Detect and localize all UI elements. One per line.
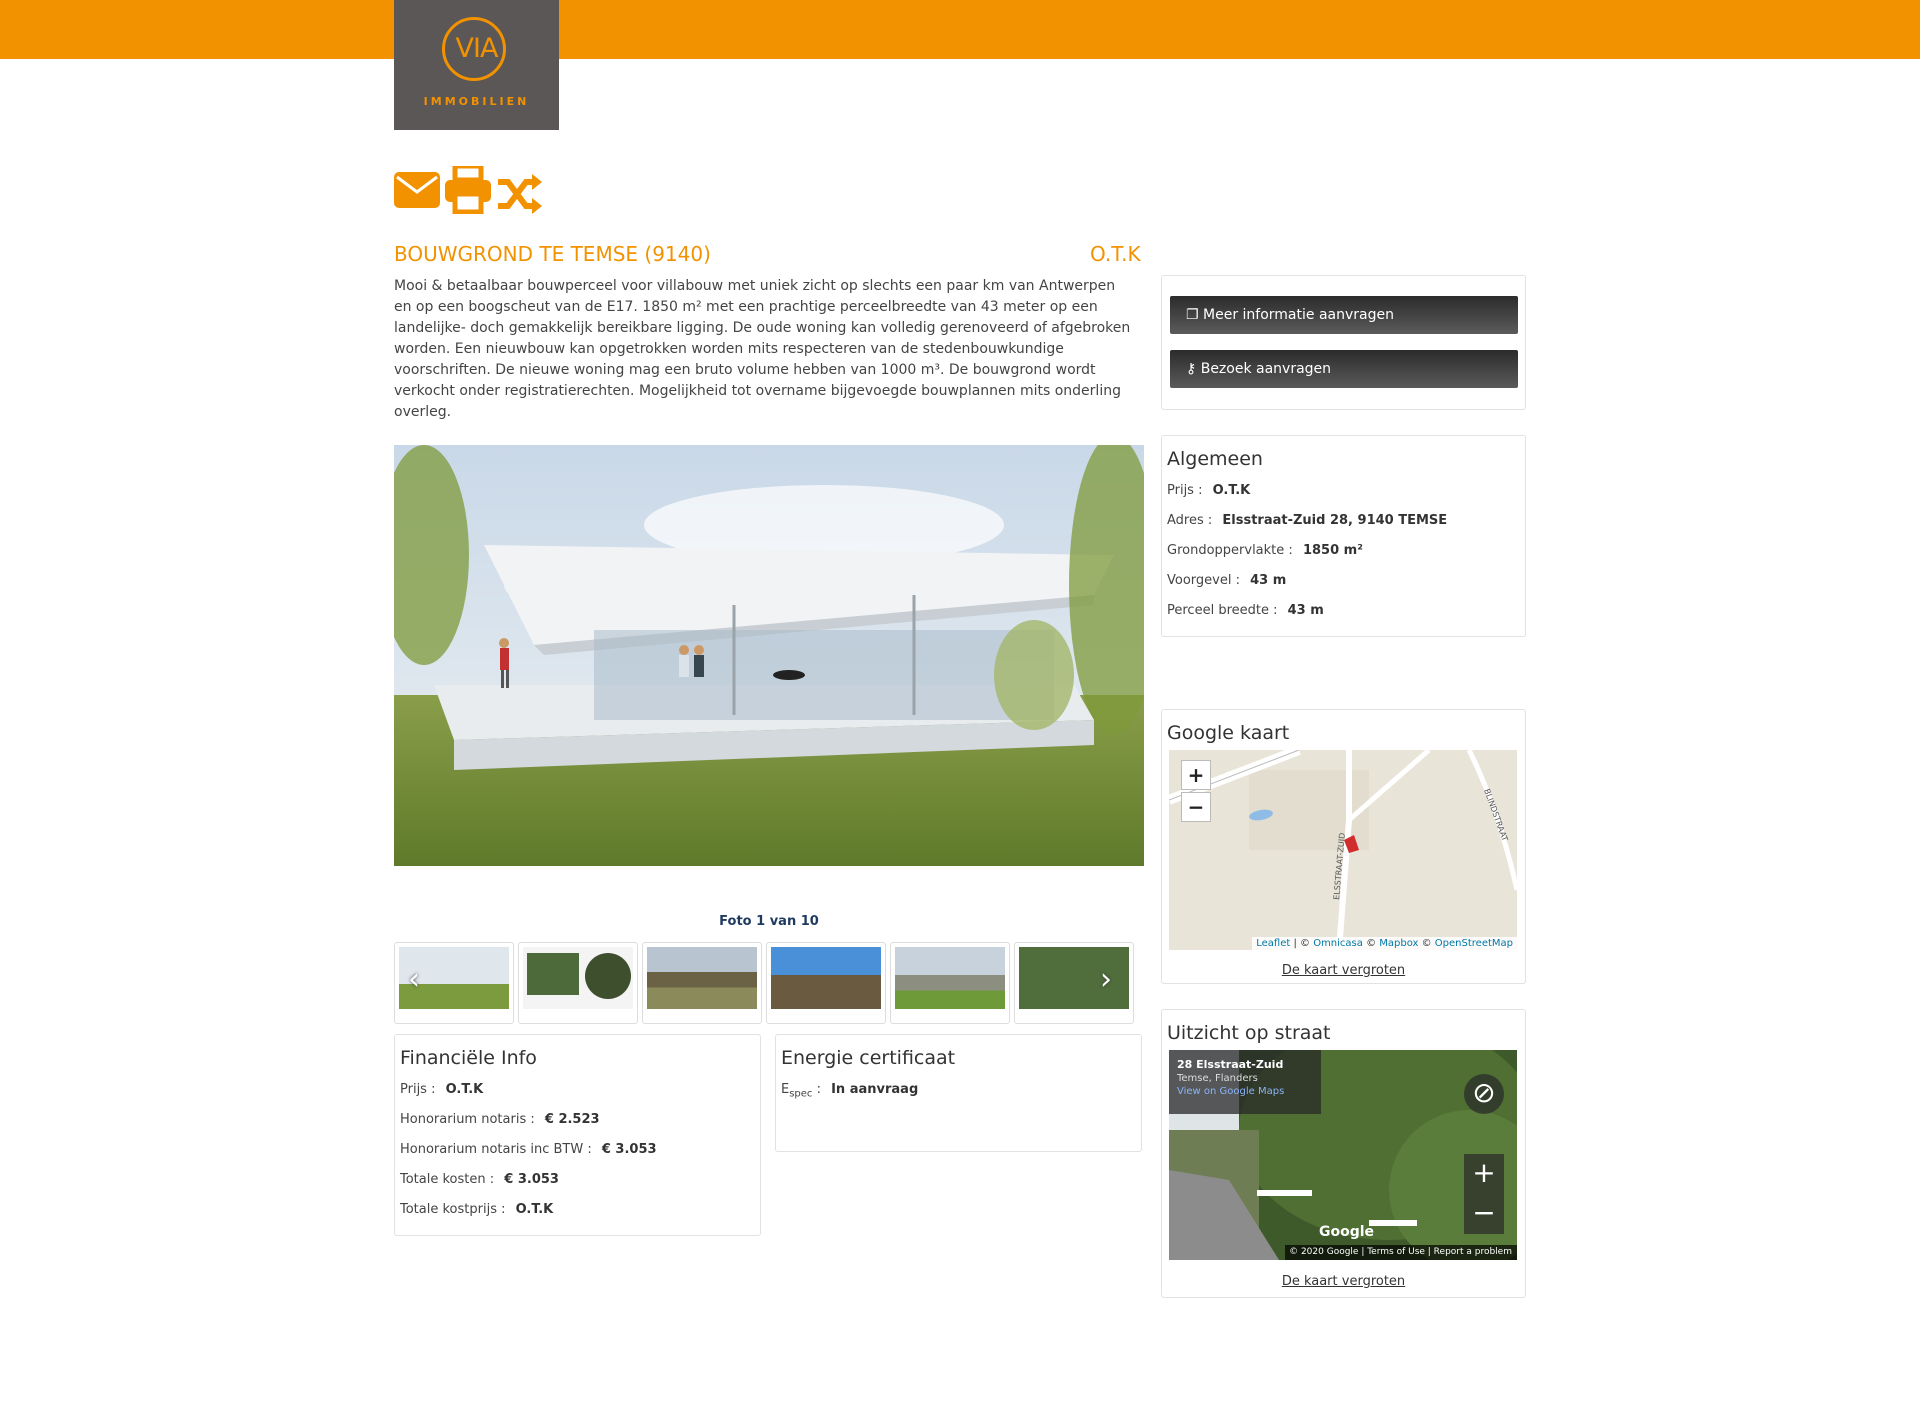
- streetview-panel: Uitzicht op straat 28 Elsstraat-Zuid Tem…: [1161, 1009, 1526, 1298]
- thumbnail[interactable]: [766, 942, 886, 1024]
- top-bar: [0, 0, 1920, 59]
- thumbnail[interactable]: [1014, 942, 1134, 1024]
- mapbox-link[interactable]: Mapbox: [1379, 938, 1418, 949]
- general-value: 43 m: [1287, 603, 1324, 618]
- finance-value: O.T.K: [515, 1202, 554, 1217]
- finance-label: Honorarium notaris inc BTW: [400, 1142, 584, 1157]
- thumbnail[interactable]: [518, 942, 638, 1024]
- request-info-button[interactable]: ❐ Meer informatie aanvragen: [1170, 296, 1518, 334]
- print-icon[interactable]: [445, 166, 491, 214]
- map-heading: Google kaart: [1167, 722, 1290, 744]
- finance-heading: Financiële Info: [400, 1047, 537, 1069]
- general-heading: Algemeen: [1167, 448, 1263, 470]
- zoom-out-icon[interactable]: −: [1464, 1194, 1504, 1234]
- zoom-in-icon[interactable]: +: [1464, 1154, 1504, 1194]
- site-logo[interactable]: VIA IMMOBILIEN: [394, 0, 559, 130]
- finance-label: Honorarium notaris: [400, 1112, 527, 1127]
- general-row: Prijs : O.T.K: [1167, 483, 1251, 498]
- key-icon: ⚷: [1186, 361, 1197, 377]
- energy-panel: Energie certificaat Espec : In aanvraag: [775, 1034, 1142, 1152]
- general-value: 43 m: [1250, 573, 1287, 588]
- streetview-footer: © 2020 Google | Terms of Use | Report a …: [1285, 1245, 1517, 1260]
- request-info-label: Meer informatie aanvragen: [1203, 307, 1394, 323]
- envelope-icon[interactable]: [394, 172, 440, 208]
- leaflet-link[interactable]: Leaflet: [1256, 938, 1290, 949]
- streetview-enlarge-link[interactable]: De kaart vergroten: [1162, 1274, 1525, 1289]
- finance-label: Prijs: [400, 1082, 427, 1097]
- listing-description: Mooi & betaalbaar bouwperceel voor villa…: [394, 278, 1131, 420]
- general-row: Perceel breedte : 43 m: [1167, 603, 1324, 618]
- finance-row: Totale kostprijs : O.T.K: [400, 1202, 554, 1217]
- request-visit-label: Bezoek aanvragen: [1200, 361, 1332, 377]
- gallery-next-icon[interactable]: ›: [1100, 962, 1112, 997]
- streetview-view[interactable]: 28 Elsstraat-Zuid Temse, Flanders View o…: [1169, 1050, 1517, 1260]
- finance-label: Totale kosten: [400, 1172, 486, 1187]
- zoom-in-button[interactable]: +: [1181, 760, 1211, 790]
- attribution-separator: ©: [1418, 938, 1435, 949]
- openstreetmap-link[interactable]: OpenStreetMap: [1435, 938, 1513, 949]
- copy-icon: ❐: [1186, 307, 1199, 323]
- attribution-separator: | ©: [1290, 938, 1314, 949]
- general-value: O.T.K: [1212, 483, 1251, 498]
- gallery-prev-icon[interactable]: ‹: [408, 962, 420, 997]
- energy-row: Espec : In aanvraag: [781, 1082, 919, 1100]
- shuffle-icon[interactable]: [496, 174, 542, 214]
- thumbnail[interactable]: [642, 942, 762, 1024]
- streetview-address: 28 Elsstraat-Zuid: [1177, 1058, 1284, 1071]
- map-enlarge-link[interactable]: De kaart vergroten: [1162, 963, 1525, 978]
- general-label: Grondoppervlakte: [1167, 543, 1285, 558]
- finance-row: Totale kosten : € 3.053: [400, 1172, 559, 1187]
- energy-value: In aanvraag: [831, 1082, 919, 1097]
- energy-heading: Energie certificaat: [781, 1047, 956, 1069]
- logo-subtitle: IMMOBILIEN: [423, 95, 530, 108]
- compass-icon[interactable]: ⊘: [1464, 1074, 1504, 1114]
- general-value: 1850 m²: [1302, 543, 1363, 558]
- map-panel: Google kaart ELSSTRAAT-ZUID BLINDSTRAAT …: [1161, 709, 1526, 984]
- general-row: Voorgevel : 43 m: [1167, 573, 1287, 588]
- map-view[interactable]: ELSSTRAAT-ZUID BLINDSTRAAT + − Leaflet |…: [1169, 750, 1517, 950]
- general-row: Grondoppervlakte : 1850 m²: [1167, 543, 1363, 558]
- actions-panel: ❐ Meer informatie aanvragen ⚷ Bezoek aan…: [1161, 275, 1526, 410]
- request-visit-button[interactable]: ⚷ Bezoek aanvragen: [1170, 350, 1518, 388]
- finance-value: € 3.053: [504, 1172, 559, 1187]
- photo-counter: Foto 1 van 10: [719, 914, 819, 929]
- finance-row: Honorarium notaris : € 2.523: [400, 1112, 600, 1127]
- general-row: Adres : Elsstraat-Zuid 28, 9140 TEMSE: [1167, 513, 1448, 528]
- attribution-separator: ©: [1362, 938, 1380, 949]
- general-label: Voorgevel: [1167, 573, 1232, 588]
- google-logo: Google: [1319, 1224, 1375, 1240]
- finance-panel: Financiële Info Prijs : O.T.K Honorarium…: [394, 1034, 761, 1236]
- streetview-heading: Uitzicht op straat: [1167, 1022, 1331, 1044]
- thumbnail[interactable]: [890, 942, 1010, 1024]
- finance-row: Honorarium notaris inc BTW : € 3.053: [400, 1142, 657, 1157]
- main-photo-image: [394, 445, 1144, 866]
- finance-value: € 2.523: [544, 1112, 600, 1127]
- energy-label: E: [781, 1082, 790, 1097]
- general-label: Perceel breedte: [1167, 603, 1269, 618]
- general-label: Adres: [1167, 513, 1204, 528]
- view-on-google-maps-link[interactable]: View on Google Maps: [1177, 1086, 1313, 1097]
- energy-label-sub: spec: [789, 1088, 813, 1100]
- map-attribution: Leaflet | © Omnicasa © Mapbox © OpenStre…: [1252, 937, 1517, 950]
- streetview-city: Temse, Flanders: [1177, 1073, 1258, 1084]
- finance-value: O.T.K: [445, 1082, 484, 1097]
- streetview-info-box: 28 Elsstraat-Zuid Temse, Flanders View o…: [1169, 1050, 1321, 1114]
- finance-value: € 3.053: [601, 1142, 657, 1157]
- listing-price: O.T.K: [1090, 242, 1141, 266]
- main-photo[interactable]: [394, 445, 1144, 866]
- logo-text: VIA: [455, 33, 499, 64]
- finance-row: Prijs : O.T.K: [400, 1082, 484, 1097]
- listing-title: BOUWGROND TE TEMSE (9140): [394, 242, 711, 266]
- finance-label: Totale kostprijs: [400, 1202, 497, 1217]
- zoom-out-button[interactable]: −: [1181, 792, 1211, 822]
- general-value: Elsstraat-Zuid 28, 9140 TEMSE: [1222, 513, 1448, 528]
- thumbnail-strip: ‹ ›: [394, 942, 1134, 1024]
- general-panel: Algemeen Prijs : O.T.K Adres : Elsstraat…: [1161, 435, 1526, 637]
- omnicasa-link[interactable]: Omnicasa: [1313, 938, 1363, 949]
- general-label: Prijs: [1167, 483, 1194, 498]
- map-tiles: ELSSTRAAT-ZUID BLINDSTRAAT: [1169, 750, 1517, 950]
